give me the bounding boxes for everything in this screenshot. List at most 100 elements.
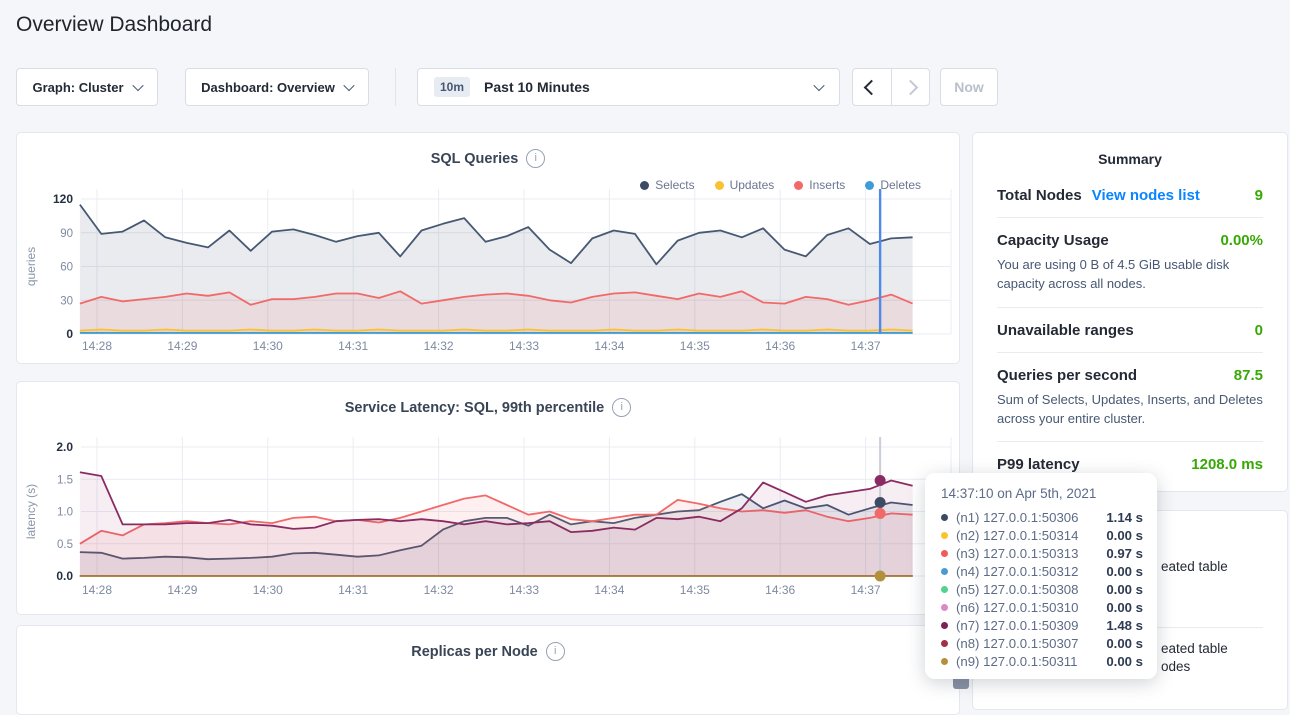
svg-text:14:31: 14:31 bbox=[338, 339, 368, 353]
node-address: (n2) 127.0.0.1:50314 bbox=[956, 528, 1098, 543]
svg-text:14:35: 14:35 bbox=[680, 583, 710, 597]
time-range-badge: 10m bbox=[434, 77, 470, 97]
graph-selector[interactable]: Graph: Cluster bbox=[16, 68, 158, 106]
node-color-dot-icon bbox=[941, 622, 948, 629]
dashboard-selector[interactable]: Dashboard: Overview bbox=[185, 68, 369, 106]
service-latency-chart[interactable]: 0.00.51.01.52.014:2814:2914:3014:3114:32… bbox=[17, 382, 961, 616]
tooltip-node-row: (n3) 127.0.0.1:50313 0.97 s bbox=[941, 544, 1143, 562]
svg-text:1.0: 1.0 bbox=[57, 507, 73, 519]
chart-hover-tooltip: 14:37:10 on Apr 5th, 2021 (n1) 127.0.0.1… bbox=[925, 473, 1157, 679]
toolbar-divider bbox=[395, 68, 396, 106]
node-address: (n9) 127.0.0.1:50311 bbox=[956, 654, 1098, 669]
chevron-left-icon bbox=[864, 79, 880, 95]
svg-text:14:28: 14:28 bbox=[82, 583, 112, 597]
tooltip-node-row: (n4) 127.0.0.1:50312 0.00 s bbox=[941, 562, 1143, 580]
svg-text:14:35: 14:35 bbox=[680, 339, 710, 353]
svg-text:14:30: 14:30 bbox=[253, 583, 283, 597]
svg-text:120: 120 bbox=[53, 192, 73, 206]
svg-text:14:28: 14:28 bbox=[82, 339, 112, 353]
svg-text:14:29: 14:29 bbox=[167, 339, 197, 353]
event-text-fragment: odes bbox=[1161, 659, 1190, 674]
summary-row: Capacity Usage 0.00% You are using 0 B of … bbox=[997, 217, 1263, 307]
summary-row: Unavailable ranges 0 bbox=[997, 307, 1263, 352]
summary-label: Capacity Usage bbox=[997, 232, 1109, 249]
svg-text:0.5: 0.5 bbox=[57, 539, 73, 551]
node-color-dot-icon bbox=[941, 514, 948, 521]
chart-title-replicas-per-node: Replicas per Node bbox=[411, 644, 538, 660]
svg-text:14:37: 14:37 bbox=[851, 583, 881, 597]
node-address: (n5) 127.0.0.1:50308 bbox=[956, 582, 1098, 597]
sql-queries-chart[interactable]: 030609012014:2814:2914:3014:3114:3214:33… bbox=[17, 133, 961, 365]
tooltip-node-row: (n7) 127.0.0.1:50309 1.48 s bbox=[941, 616, 1143, 634]
node-latency-value: 0.00 s bbox=[1106, 600, 1143, 615]
svg-text:14:29: 14:29 bbox=[167, 583, 197, 597]
node-color-dot-icon bbox=[941, 658, 948, 665]
svg-text:14:36: 14:36 bbox=[765, 339, 795, 353]
node-address: (n3) 127.0.0.1:50313 bbox=[956, 546, 1098, 561]
chevron-down-icon bbox=[813, 80, 824, 91]
svg-text:14:32: 14:32 bbox=[424, 583, 454, 597]
info-icon[interactable]: i bbox=[546, 642, 565, 661]
node-address: (n7) 127.0.0.1:50309 bbox=[956, 618, 1098, 633]
svg-text:14:30: 14:30 bbox=[253, 339, 283, 353]
node-color-dot-icon bbox=[941, 532, 948, 539]
now-button-disabled[interactable]: Now bbox=[940, 68, 998, 106]
summary-label: Unavailable ranges bbox=[997, 322, 1134, 339]
node-latency-value: 0.00 s bbox=[1106, 654, 1143, 669]
dashboard-selector-label: Dashboard: Overview bbox=[201, 80, 335, 95]
node-address: (n8) 127.0.0.1:50307 bbox=[956, 636, 1098, 651]
summary-value: 0.00% bbox=[1220, 232, 1263, 249]
svg-text:latency (s): latency (s) bbox=[24, 484, 38, 539]
summary-label: Queries per second bbox=[997, 367, 1137, 384]
svg-text:1.5: 1.5 bbox=[57, 474, 73, 486]
node-color-dot-icon bbox=[941, 568, 948, 575]
tooltip-node-row: (n5) 127.0.0.1:50308 0.00 s bbox=[941, 580, 1143, 598]
sql-queries-chart-card: SQL Queries i SelectsUpdatesInsertsDelet… bbox=[16, 132, 960, 364]
node-latency-value: 1.48 s bbox=[1106, 618, 1143, 633]
summary-value: 9 bbox=[1255, 187, 1263, 204]
summary-row: Queries per second 87.5 Sum of Selects, Up… bbox=[997, 352, 1263, 442]
summary-description: You are using 0 B of 4.5 GiB usable disk… bbox=[997, 256, 1263, 294]
node-latency-value: 1.14 s bbox=[1106, 510, 1143, 525]
summary-description: Sum of Selects, Updates, Inserts, and De… bbox=[997, 391, 1263, 429]
svg-text:0.0: 0.0 bbox=[56, 569, 73, 583]
tooltip-node-row: (n1) 127.0.0.1:50306 1.14 s bbox=[941, 508, 1143, 526]
time-window-selector[interactable]: 10m Past 10 Minutes bbox=[417, 68, 840, 106]
svg-text:30: 30 bbox=[60, 295, 73, 307]
svg-text:14:37: 14:37 bbox=[851, 339, 881, 353]
tooltip-timestamp: 14:37:10 on Apr 5th, 2021 bbox=[941, 486, 1143, 501]
graph-selector-label: Graph: Cluster bbox=[32, 80, 123, 95]
time-shift-group bbox=[852, 68, 930, 106]
svg-text:14:33: 14:33 bbox=[509, 583, 539, 597]
tooltip-node-row: (n6) 127.0.0.1:503100.00 s bbox=[941, 598, 1143, 616]
service-latency-chart-card: Service Latency: SQL, 99th percentile i … bbox=[16, 381, 960, 615]
event-text-fragment: eated table bbox=[1161, 641, 1228, 656]
time-prev-button[interactable] bbox=[853, 69, 891, 105]
svg-text:14:31: 14:31 bbox=[338, 583, 368, 597]
node-color-dot-icon bbox=[941, 586, 948, 593]
tooltip-node-row: (n9) 127.0.0.1:50311 0.00 s bbox=[941, 652, 1143, 670]
time-next-button-disabled[interactable] bbox=[891, 69, 930, 105]
time-range-label: Past 10 Minutes bbox=[484, 79, 590, 95]
chevron-right-icon bbox=[902, 79, 918, 95]
view-nodes-list-link[interactable]: View nodes list bbox=[1092, 187, 1200, 204]
tooltip-node-row: (n2) 127.0.0.1:50314 0.00 s bbox=[941, 526, 1143, 544]
chevron-down-icon bbox=[343, 80, 354, 91]
node-latency-value: 0.00 s bbox=[1106, 582, 1143, 597]
svg-text:90: 90 bbox=[60, 228, 73, 240]
node-color-dot-icon bbox=[941, 640, 948, 647]
node-address: (n4) 127.0.0.1:50312 bbox=[956, 564, 1098, 579]
node-latency-value: 0.97 s bbox=[1106, 546, 1143, 561]
svg-text:14:34: 14:34 bbox=[594, 583, 624, 597]
node-address: (n1) 127.0.0.1:50306 bbox=[956, 510, 1098, 525]
summary-value: 0 bbox=[1255, 322, 1263, 339]
tooltip-node-row: (n8) 127.0.0.1:503070.00 s bbox=[941, 634, 1143, 652]
event-text-fragment: eated table bbox=[1161, 559, 1228, 574]
summary-value: 87.5 bbox=[1234, 367, 1263, 384]
summary-panel: Summary Total NodesView nodes list9Capac… bbox=[972, 132, 1288, 492]
svg-text:14:34: 14:34 bbox=[594, 339, 624, 353]
summary-row: Total Nodes View nodes list 9 bbox=[997, 173, 1263, 217]
summary-label: Total Nodes bbox=[997, 187, 1082, 204]
node-latency-value: 0.00 s bbox=[1106, 528, 1143, 543]
node-latency-value: 0.00 s bbox=[1106, 564, 1143, 579]
